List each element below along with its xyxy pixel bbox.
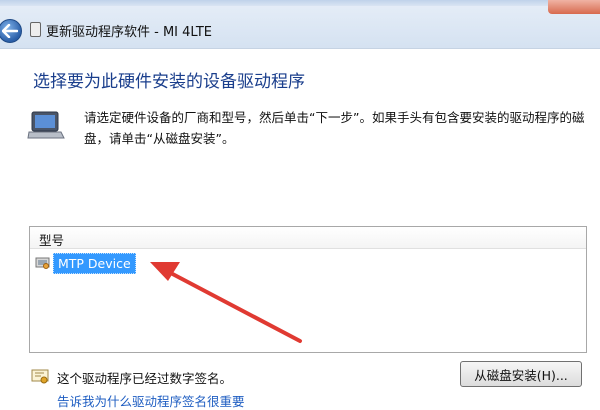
model-list: 型号 MTP Device [29,226,587,353]
window-title: 更新驱动程序软件 - MI 4LTE [46,25,213,40]
signature-status-text: 这个驱动程序已经过数字签名。 [57,371,233,386]
list-item-label: MTP Device [53,253,136,274]
device-icon [30,22,41,37]
list-header[interactable]: 型号 [30,227,586,249]
have-disk-button[interactable]: 从磁盘安装(H)... [460,361,582,387]
list-item[interactable]: MTP Device [35,253,335,274]
list-header-label: 型号 [39,233,65,248]
driver-icon [35,257,50,269]
title-bar: 更新驱动程序软件 - MI 4LTE [0,0,600,49]
title-bar-top-strip [0,0,600,6]
page-heading: 选择要为此硬件安装的设备驱动程序 [33,72,305,92]
certificate-icon [31,369,49,384]
signing-info-link[interactable]: 告诉我为什么驱动程序签名很重要 [57,391,245,410]
back-arrow-icon [2,24,18,38]
back-button[interactable] [0,19,22,43]
close-button[interactable] [548,0,600,14]
laptop-icon [27,111,65,139]
instructions-text: 请选定硬件设备的厂商和型号，然后单击“下一步”。如果手头有包含要安装的驱动程序的… [84,110,585,146]
